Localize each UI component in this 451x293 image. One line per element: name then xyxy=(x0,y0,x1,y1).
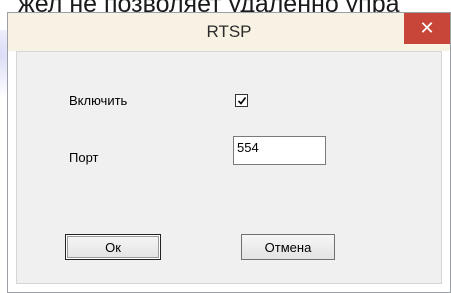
dialog-title: RTSP xyxy=(206,22,252,41)
checkmark-icon xyxy=(237,97,247,105)
enable-checkbox[interactable] xyxy=(235,94,248,107)
close-button[interactable]: ✕ xyxy=(404,13,450,44)
close-icon: ✕ xyxy=(419,18,435,38)
dialog-content: Включить Порт 554 Ок Отмена xyxy=(16,51,442,284)
cancel-button[interactable]: Отмена xyxy=(241,234,335,260)
title-bar[interactable]: RTSP ✕ xyxy=(8,13,450,51)
ok-button[interactable]: Ок xyxy=(65,234,161,260)
rtsp-dialog: RTSP ✕ Включить Порт 554 Ок Отмена xyxy=(7,12,451,293)
port-label: Порт xyxy=(69,150,99,165)
port-input[interactable]: 554 xyxy=(233,136,326,165)
enable-label: Включить xyxy=(69,93,128,108)
